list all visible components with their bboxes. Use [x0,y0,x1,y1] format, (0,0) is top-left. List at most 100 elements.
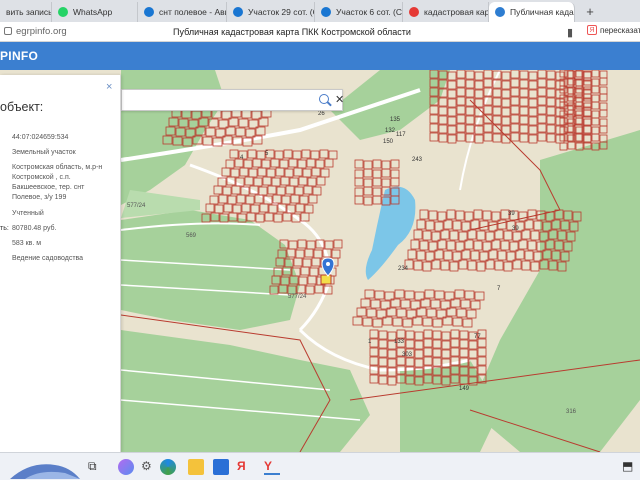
yandex-app-icon[interactable]: Y [264,459,280,475]
parcel-plot[interactable] [599,109,608,118]
parcel-plot[interactable] [546,115,556,125]
parcel-plot[interactable] [356,307,367,317]
parcel-plot[interactable] [378,375,388,385]
parcel-plot[interactable] [455,210,465,221]
parcel-plot[interactable] [479,220,489,231]
parcel-plot[interactable] [432,318,443,328]
parcel-plot[interactable] [465,70,475,80]
parcel-plot[interactable] [459,339,469,349]
parcel-plot[interactable] [546,124,556,134]
parcel-plot[interactable] [307,275,317,285]
parcel-plot[interactable] [381,168,391,178]
parcel-plot[interactable] [456,78,466,88]
parcel-plot[interactable] [314,284,324,294]
parcel-plot[interactable] [432,330,442,340]
parcel-plot[interactable] [245,195,255,205]
parcel-plot[interactable] [528,98,538,108]
browser-tab-active[interactable]: Публичная када ✕ [489,2,575,22]
parcel-plot[interactable] [452,220,462,231]
parcel-plot[interactable] [279,159,289,169]
parcel-plot[interactable] [460,299,471,309]
parcel-plot[interactable] [492,106,502,116]
parcel-plot[interactable] [546,88,556,98]
parcel-plot[interactable] [205,203,215,213]
parcel-plot[interactable] [483,132,493,142]
parcel-plot[interactable] [599,125,608,134]
parcel-plot[interactable] [474,80,484,90]
parcel-plot[interactable] [270,158,280,168]
parcel-plot[interactable] [537,114,547,124]
edge-icon[interactable] [160,459,176,475]
parcel-plot[interactable] [456,132,466,142]
parcel-plot[interactable] [474,134,484,144]
parcel-plot[interactable] [456,123,466,133]
parcel-plot[interactable] [583,93,592,102]
parcel-plot[interactable] [528,71,538,81]
parcel-plot[interactable] [450,338,460,348]
parcel-plot[interactable] [394,289,405,299]
parcel-plot[interactable] [280,176,290,186]
parcel-plot[interactable] [432,339,442,349]
parcel-plot[interactable] [416,250,426,261]
parcel-plot[interactable] [404,290,415,300]
parcel-plot[interactable] [477,338,487,348]
parcel-plot[interactable] [231,185,241,195]
parcel-plot[interactable] [293,167,303,177]
parcel-plot[interactable] [438,106,448,116]
parcel-plot[interactable] [537,87,547,97]
parcel-plot[interactable] [503,261,513,272]
close-icon[interactable]: ✕ [335,93,344,106]
parcel-plot[interactable] [583,102,592,111]
parcel-plot[interactable] [462,318,473,328]
parcel-plot[interactable] [527,240,537,251]
parcel-plot[interactable] [447,80,457,90]
parcel-plot[interactable] [528,134,538,144]
parcel-plot[interactable] [304,204,314,214]
parcel-plot[interactable] [222,186,232,196]
parcel-plot[interactable] [306,240,316,250]
parcel-plot[interactable] [528,89,538,99]
parcel-plot[interactable] [530,230,540,241]
parcel-plot[interactable] [483,105,493,115]
parcel-plot[interactable] [473,240,483,251]
parcel-plot[interactable] [546,97,556,107]
parcel-plot[interactable] [363,186,373,196]
parcel-plot[interactable] [591,85,600,94]
parcel-plot[interactable] [378,339,388,349]
retell-button[interactable]: Я пересказат [587,25,640,35]
parcel-plot[interactable] [423,338,433,348]
parcel-plot[interactable] [274,150,284,160]
parcel-plot[interactable] [313,249,323,259]
folder-icon[interactable] [188,459,204,475]
parcel-plot[interactable] [381,178,391,188]
parcel-plot[interactable] [312,186,322,196]
parcel-plot[interactable] [288,240,298,250]
parcel-plot[interactable] [369,329,379,339]
parcel-plot[interactable] [426,308,437,318]
parcel-plot[interactable] [405,357,415,367]
parcel-plot[interactable] [241,203,251,213]
parcel-plot[interactable] [369,347,379,357]
parcel-plot[interactable] [528,80,538,90]
parcel-plot[interactable] [447,71,457,81]
parcel-plot[interactable] [362,317,373,327]
parcel-plot[interactable] [438,133,448,143]
parcel-plot[interactable] [537,105,547,115]
parcel-plot[interactable] [372,195,382,205]
search-icon[interactable] [319,94,329,104]
parcel-plot[interactable] [315,159,325,169]
parcel-plot[interactable] [425,220,435,231]
parcel-plot[interactable] [546,133,556,143]
parcel-plot[interactable] [354,195,364,205]
parcel-plot[interactable] [465,106,475,116]
parcel-plot[interactable] [319,149,329,159]
parcel-plot[interactable] [378,348,388,358]
parcel-plot[interactable] [456,105,466,115]
weather-widget-icon[interactable] [10,455,80,479]
parcel-plot[interactable] [483,70,493,79]
parcel-plot[interactable] [432,348,442,358]
parcel-plot[interactable] [378,330,388,340]
bookmark-icon[interactable]: ▮ [567,26,573,39]
parcel-plot[interactable] [230,168,240,178]
parcel-plot[interactable] [290,194,300,204]
